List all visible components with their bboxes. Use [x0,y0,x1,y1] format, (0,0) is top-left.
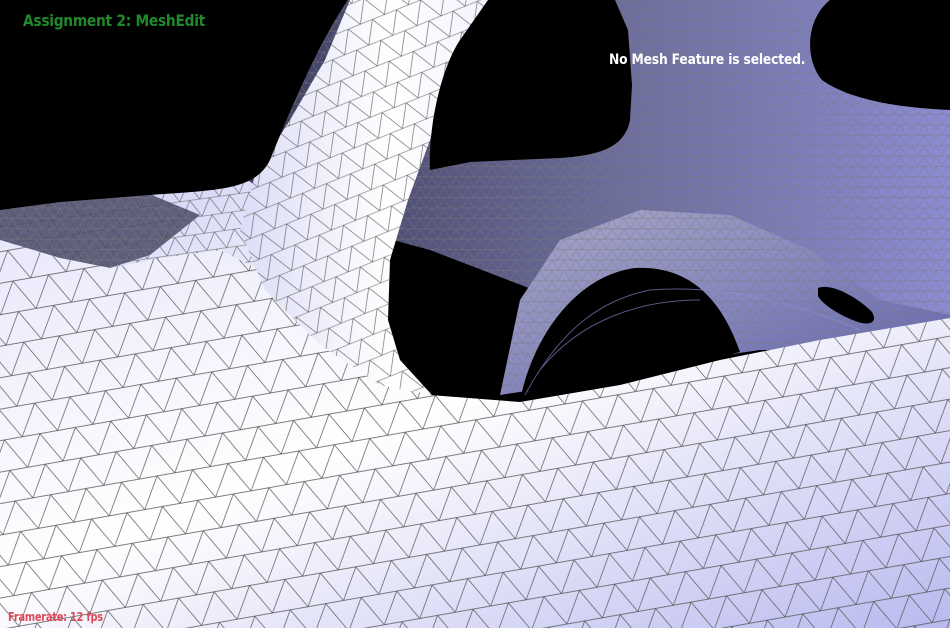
mesh-viewport[interactable]: Assignment 2: MeshEdit No Mesh Feature i… [0,0,950,628]
app-title: Assignment 2: MeshEdit [23,11,205,30]
selection-status: No Mesh Feature is selected. [609,52,806,68]
framerate-readout: Framerate: 12 fps [8,610,103,624]
mesh-render[interactable] [0,0,950,628]
